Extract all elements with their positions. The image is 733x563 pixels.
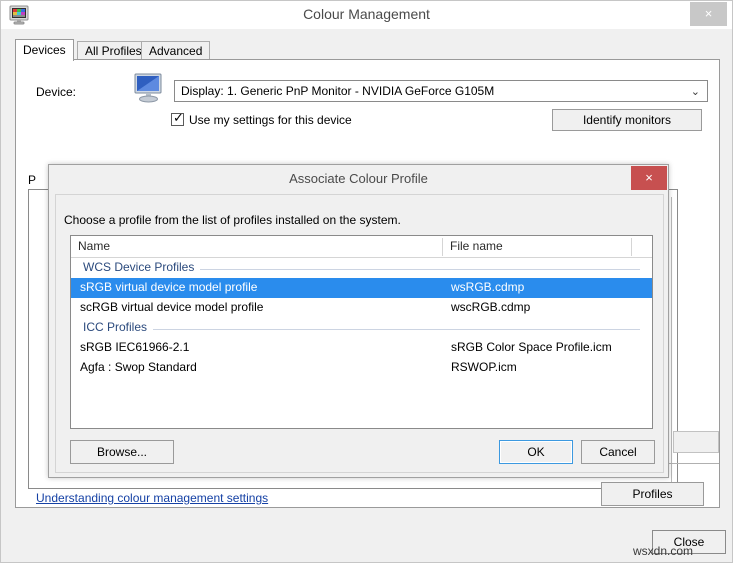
window-title: Colour Management <box>1 6 732 22</box>
dialog-title: Associate Colour Profile <box>49 171 668 186</box>
colour-management-window: Colour Management × Devices All Profiles… <box>0 0 733 563</box>
device-dropdown-value: Display: 1. Generic PnP Monitor - NVIDIA… <box>181 84 494 98</box>
cancel-button[interactable]: Cancel <box>581 440 655 464</box>
table-row[interactable]: scRGB virtual device model profile wscRGB… <box>71 298 652 318</box>
table-row[interactable]: Agfa : Swop Standard RSWOP.icm <box>71 358 652 378</box>
associate-colour-profile-dialog: Associate Colour Profile × Choose a prof… <box>48 164 669 478</box>
profile-name-cell: Agfa : Swop Standard <box>80 360 197 374</box>
group-label: ICC Profiles <box>83 320 153 334</box>
device-dropdown[interactable]: Display: 1. Generic PnP Monitor - NVIDIA… <box>174 80 708 102</box>
window-titlebar: Colour Management × <box>1 1 732 29</box>
tab-devices[interactable]: Devices <box>15 39 74 61</box>
column-header-name[interactable]: Name <box>71 236 442 257</box>
profile-name-cell: sRGB IEC61966-2.1 <box>80 340 189 354</box>
browse-button[interactable]: Browse... <box>70 440 174 464</box>
list-group-header: ICC Profiles <box>71 318 652 338</box>
profiles-button[interactable]: Profiles <box>601 482 704 506</box>
group-divider <box>83 329 640 330</box>
dialog-close-button[interactable]: × <box>631 166 667 190</box>
use-my-settings-checkbox[interactable]: ✓ <box>171 113 184 126</box>
watermark: wsxdn.com <box>633 544 693 558</box>
tab-advanced[interactable]: Advanced <box>141 41 210 60</box>
profile-name-cell: scRGB virtual device model profile <box>80 300 263 314</box>
profile-name-cell: sRGB virtual device model profile <box>80 280 257 294</box>
profile-file-cell: sRGB Color Space Profile.icm <box>451 340 612 354</box>
tab-strip: Devices All Profiles Advanced <box>15 39 720 60</box>
dialog-instruction-text: Choose a profile from the list of profil… <box>64 213 401 227</box>
table-row[interactable]: sRGB virtual device model profile wsRGB.c… <box>71 278 652 298</box>
group-label: WCS Device Profiles <box>83 260 200 274</box>
table-row[interactable]: sRGB IEC61966-2.1 sRGB Color Space Profil… <box>71 338 652 358</box>
use-my-settings-label[interactable]: Use my settings for this device <box>189 113 352 127</box>
monitor-icon <box>132 72 166 104</box>
panel-divider <box>661 463 719 464</box>
list-group-header: WCS Device Profiles <box>71 258 652 278</box>
listview-rows: WCS Device Profiles sRGB virtual device m… <box>71 258 652 428</box>
profiles-group-label: P <box>28 173 36 187</box>
understanding-colour-management-link[interactable]: Understanding colour management settings <box>36 491 268 505</box>
window-close-button[interactable]: × <box>690 2 727 26</box>
add-profile-button[interactable] <box>673 431 719 453</box>
profile-file-cell: wsRGB.cdmp <box>451 280 524 294</box>
profile-file-cell: RSWOP.icm <box>451 360 517 374</box>
check-icon: ✓ <box>173 111 184 124</box>
column-divider-2[interactable] <box>631 238 632 256</box>
device-label: Device: <box>36 85 76 99</box>
ok-button[interactable]: OK <box>499 440 573 464</box>
dialog-titlebar: Associate Colour Profile × <box>49 165 668 193</box>
identify-monitors-button[interactable]: Identify monitors <box>552 109 702 131</box>
profile-file-cell: wscRGB.cdmp <box>451 300 530 314</box>
chevron-down-icon: ⌄ <box>691 85 700 98</box>
column-header-file-name[interactable]: File name <box>443 236 631 257</box>
listview-header: Name File name <box>71 236 652 258</box>
tab-all-profiles[interactable]: All Profiles <box>77 41 150 60</box>
profile-listview[interactable]: Name File name WCS Device Profiles sRGB v… <box>70 235 653 429</box>
profiles-list-column-separator <box>671 197 672 487</box>
